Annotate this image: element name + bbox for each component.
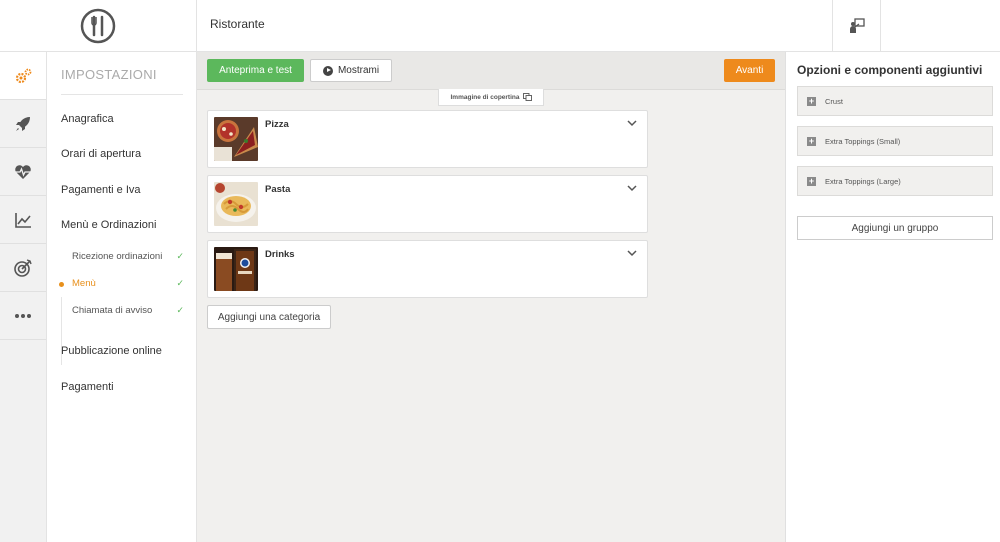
- sub-item-label: Menù: [72, 278, 96, 289]
- rail-item-settings[interactable]: [0, 52, 46, 100]
- app-title: Ristorante: [210, 17, 265, 31]
- check-icon: ✓: [176, 305, 184, 315]
- category-thumbnail: [214, 182, 258, 226]
- sub-item-menu[interactable]: Menù ✓: [72, 278, 184, 289]
- category-name: Pasta: [265, 184, 291, 195]
- settings-nav: IMPOSTAZIONI Anagrafica Orari di apertur…: [47, 52, 197, 542]
- logo[interactable]: [0, 0, 197, 52]
- chevron-down-icon[interactable]: [627, 184, 637, 192]
- rail-item-launch[interactable]: [0, 100, 46, 148]
- rocket-icon: [16, 116, 30, 131]
- rail-item-goals[interactable]: [0, 244, 46, 292]
- options-title: Opzioni e componenti aggiuntivi: [797, 63, 983, 77]
- chevron-down-icon[interactable]: [627, 249, 637, 257]
- heartbeat-icon: [15, 164, 31, 179]
- category-name: Pizza: [265, 119, 289, 130]
- option-group-extra-large[interactable]: + Extra Toppings (Large): [797, 166, 993, 196]
- cover-image-tab[interactable]: Immagine di copertina: [438, 89, 544, 106]
- next-button[interactable]: Avanti: [724, 59, 775, 82]
- sub-item-chiamata[interactable]: Chiamata di avviso ✓: [72, 305, 184, 316]
- show-button-label: Mostrami: [337, 65, 380, 76]
- toolbar: Anteprima e test Mostrami Avanti: [197, 52, 785, 90]
- nav-item-menu-ordinazioni[interactable]: Menù e Ordinazioni: [61, 219, 156, 231]
- gears-icon: [15, 68, 32, 83]
- option-group-label: Extra Toppings (Small): [825, 136, 901, 146]
- nav-item-pagamenti[interactable]: Pagamenti: [61, 381, 114, 393]
- option-group-label: Extra Toppings (Large): [825, 176, 901, 186]
- nav-divider: [61, 94, 183, 95]
- add-group-button[interactable]: Aggiungi un gruppo: [797, 216, 993, 240]
- category-card-pizza[interactable]: Pizza: [207, 110, 648, 168]
- play-icon: [322, 65, 333, 76]
- active-bullet-icon: [59, 282, 64, 287]
- top-bar: Ristorante: [0, 0, 1000, 52]
- check-icon: ✓: [176, 251, 184, 261]
- nav-item-orari[interactable]: Orari di apertura: [61, 148, 141, 160]
- sub-item-label: Chiamata di avviso: [72, 305, 153, 316]
- preview-button[interactable]: Anteprima e test: [207, 59, 304, 82]
- option-group-extra-small[interactable]: + Extra Toppings (Small): [797, 126, 993, 156]
- copy-icon: [522, 93, 532, 101]
- plus-icon: +: [807, 175, 816, 186]
- fork-knife-logo-icon: [80, 8, 116, 44]
- category-thumbnail: [214, 117, 258, 161]
- rail-item-stats[interactable]: [0, 196, 46, 244]
- sub-item-label: Ricezione ordinazioni: [72, 251, 163, 262]
- target-icon: [14, 258, 32, 277]
- chevron-down-icon[interactable]: [627, 119, 637, 127]
- sub-item-ricezione[interactable]: Ricezione ordinazioni ✓: [72, 251, 184, 262]
- plus-icon: +: [807, 135, 816, 146]
- presenter-icon: [849, 18, 865, 33]
- option-group-label: Crust: [825, 96, 843, 106]
- cover-image-label: Immagine di copertina: [450, 93, 520, 101]
- add-category-button[interactable]: Aggiungi una categoria: [207, 305, 331, 329]
- category-card-drinks[interactable]: Drinks: [207, 240, 648, 298]
- category-thumbnail: [214, 247, 258, 291]
- line-chart-icon: [15, 212, 31, 228]
- category-card-pasta[interactable]: Pasta: [207, 175, 648, 233]
- more-dots-icon: [15, 313, 31, 318]
- main-content: Anteprima e test Mostrami Avanti Immagin…: [197, 52, 785, 542]
- show-button[interactable]: Mostrami: [310, 59, 392, 82]
- nav-item-pagamenti-iva[interactable]: Pagamenti e Iva: [61, 184, 141, 196]
- nav-title: IMPOSTAZIONI: [61, 67, 157, 82]
- rail-item-health[interactable]: [0, 148, 46, 196]
- options-panel: Opzioni e componenti aggiuntivi + Crust …: [785, 52, 1000, 542]
- nav-item-anagrafica[interactable]: Anagrafica: [61, 113, 114, 125]
- rail-item-more[interactable]: [0, 292, 46, 340]
- plus-icon: +: [807, 95, 816, 106]
- nav-item-pubblicazione[interactable]: Pubblicazione online: [61, 345, 162, 357]
- presenter-button[interactable]: [832, 0, 881, 52]
- option-group-crust[interactable]: + Crust: [797, 86, 993, 116]
- category-name: Drinks: [265, 249, 295, 260]
- check-icon: ✓: [176, 278, 184, 288]
- icon-rail: [0, 52, 47, 542]
